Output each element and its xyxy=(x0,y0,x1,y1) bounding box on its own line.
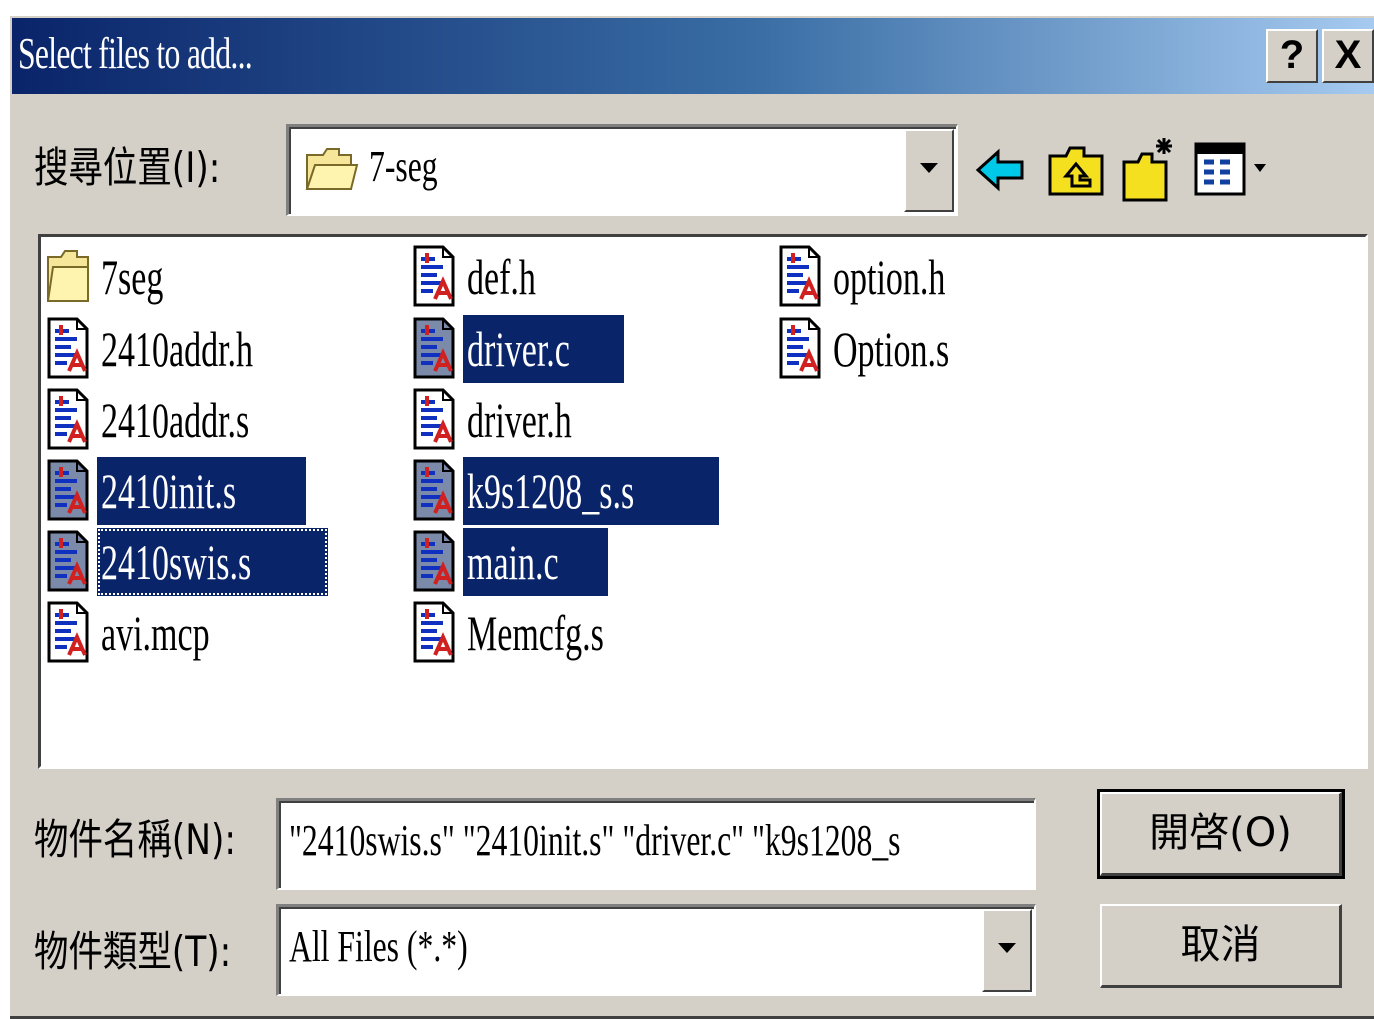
file-name: k9s1208_s.s xyxy=(463,457,719,525)
filename-label: 物件名稱(N): xyxy=(34,815,237,864)
folder-icon xyxy=(47,250,89,302)
source-file-icon xyxy=(779,317,821,379)
lookin-value: 7-seg xyxy=(369,142,438,191)
file-name: def.h xyxy=(467,249,536,305)
source-file-icon xyxy=(413,530,455,592)
source-file-icon xyxy=(47,317,89,379)
filetype-label: 物件類型(T): xyxy=(34,927,232,976)
source-file-icon xyxy=(413,317,455,379)
filename-value: "2410swis.s" "2410init.s" "driver.c" "k9… xyxy=(289,816,901,865)
file-name: option.h xyxy=(833,249,946,305)
source-file-icon xyxy=(47,530,89,592)
file-name: main.c xyxy=(463,528,608,596)
source-file-icon xyxy=(779,245,821,307)
window-title: Select files to add... xyxy=(18,29,253,78)
lookin-label: 搜尋位置(I): xyxy=(34,143,221,192)
lookin-dropdown-button[interactable] xyxy=(904,129,954,212)
filetype-combobox[interactable]: All Files (*.*) xyxy=(276,904,1036,996)
file-name: 2410init.s xyxy=(97,457,306,525)
lookin-combobox[interactable]: 7-seg xyxy=(286,124,958,216)
file-name: 2410addr.h xyxy=(101,321,254,377)
new-folder-icon[interactable] xyxy=(1118,134,1182,204)
file-name: Option.s xyxy=(833,321,950,377)
up-folder-icon[interactable] xyxy=(1044,134,1108,204)
source-file-icon xyxy=(47,388,89,450)
file-name: driver.h xyxy=(467,392,572,448)
source-file-icon xyxy=(413,388,455,450)
filetype-dropdown-button[interactable] xyxy=(982,909,1032,992)
source-file-icon xyxy=(413,245,455,307)
view-menu-icon[interactable] xyxy=(1190,134,1274,204)
file-name: 7seg xyxy=(101,249,164,305)
folder-icon xyxy=(305,148,359,190)
source-file-icon xyxy=(413,601,455,663)
source-file-icon xyxy=(413,459,455,521)
file-name: Memcfg.s xyxy=(467,605,604,661)
title-bar[interactable]: Select files to add... ? X xyxy=(12,18,1374,94)
file-name: 2410swis.s xyxy=(97,528,328,596)
file-list[interactable]: 7seg 2410addr.h 2410addr.s 2410init.s 2410sw… xyxy=(38,234,1368,769)
source-file-icon xyxy=(47,601,89,663)
file-name: avi.mcp xyxy=(101,605,210,661)
file-name: 2410addr.s xyxy=(101,392,250,448)
close-button[interactable]: X xyxy=(1322,29,1374,83)
help-button[interactable]: ? xyxy=(1266,29,1318,83)
filetype-value: All Files (*.*) xyxy=(289,922,468,971)
open-button[interactable]: 開啓(O) xyxy=(1097,789,1345,879)
back-arrow-icon[interactable] xyxy=(970,134,1034,204)
cancel-button[interactable]: 取消 xyxy=(1100,904,1342,988)
file-name: driver.c xyxy=(463,315,625,383)
filename-input[interactable]: "2410swis.s" "2410init.s" "driver.c" "k9… xyxy=(276,798,1036,890)
file-dialog: Select files to add... ? X 搜尋位置(I): 7-se… xyxy=(8,14,1374,1019)
source-file-icon xyxy=(47,459,89,521)
